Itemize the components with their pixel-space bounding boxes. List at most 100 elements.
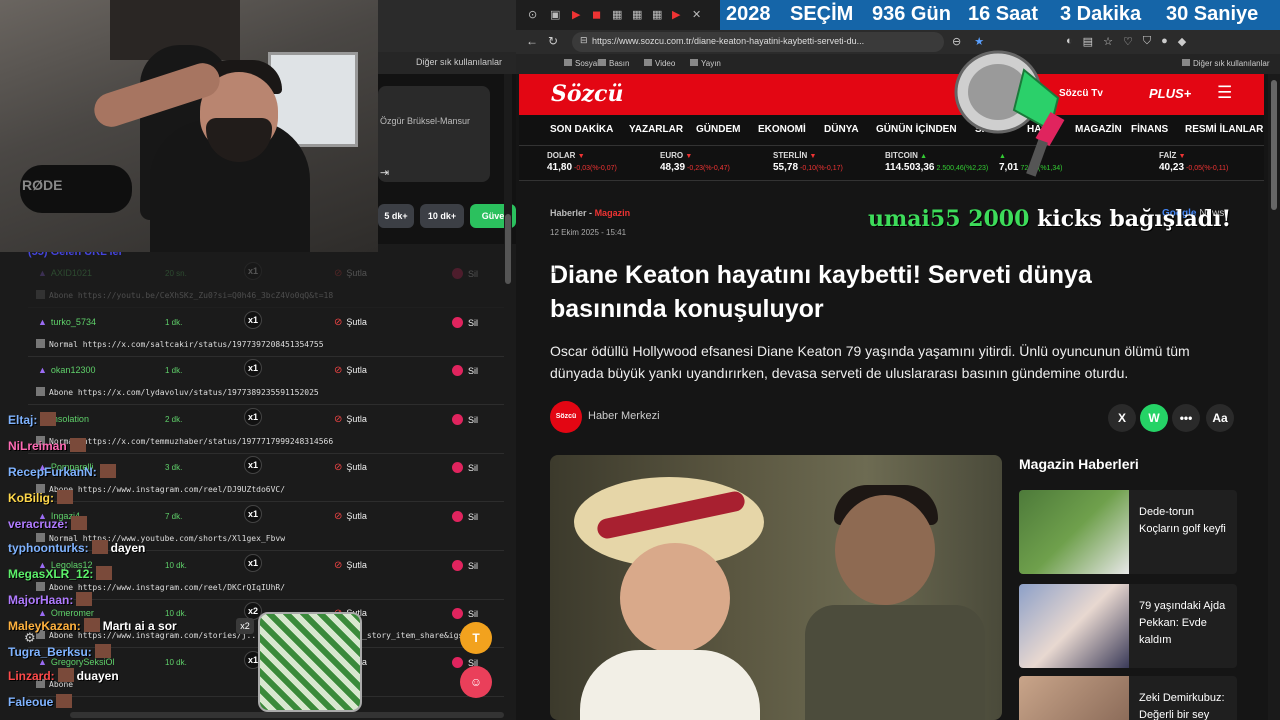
tab-close-icon[interactable]: ✕ xyxy=(692,8,701,21)
queue-link[interactable]: Abone https://x.com/lydavoluv/status/197… xyxy=(36,387,319,397)
ticker-item[interactable]: STERLİN ▼ 55,78 -0,10(%-0,17) xyxy=(773,151,883,173)
copilot-icon[interactable]: ◆ xyxy=(1178,35,1186,48)
skip-button[interactable]: ⊘Şutla xyxy=(334,560,367,571)
bookmark-video[interactable]: Video xyxy=(644,59,675,68)
split-screen-icon[interactable]: ▤ xyxy=(1083,35,1093,48)
gear-icon[interactable]: ⚙ xyxy=(24,630,36,646)
t-avatar-button[interactable]: T xyxy=(460,622,492,654)
chat-username[interactable]: NiLreiman xyxy=(8,439,67,453)
queue-user[interactable]: ▲ turko_5734 xyxy=(38,317,96,327)
ticker-item[interactable]: FAİZ ▼ 40,23 -0,05(%-0,11) xyxy=(1159,151,1268,173)
delete-button[interactable]: Sil xyxy=(452,316,478,328)
skip-button[interactable]: ⊘Şutla xyxy=(334,414,367,425)
bookmark-basin[interactable]: Basın xyxy=(598,59,629,68)
bookmark-yayin[interactable]: Yayın xyxy=(690,59,721,68)
site-logo[interactable]: Sözcü xyxy=(551,81,623,107)
chat-username[interactable]: Linzard: xyxy=(8,669,55,683)
nav-item[interactable]: YAZARLAR xyxy=(629,124,683,135)
url-input[interactable]: https://www.sozcu.com.tr/diane-keaton-ha… xyxy=(572,32,944,52)
delete-button[interactable]: Sil xyxy=(452,511,478,522)
sidebar-card[interactable]: 79 yaşındaki Ajda Pekkan: Evde kaldım xyxy=(1019,584,1237,668)
ticker-item[interactable]: EURO ▼ 48,39 -0,23(%-0,47) xyxy=(660,151,770,173)
crumb-category[interactable]: Magazin xyxy=(595,208,631,218)
chat-username[interactable]: RecepFurkanN: xyxy=(8,465,97,479)
queue-user[interactable]: ▲ AXID1021 xyxy=(38,268,92,278)
nav-item[interactable]: GÜNDEM xyxy=(696,124,740,135)
chat-username[interactable]: veracruze: xyxy=(8,517,68,531)
font-size-button[interactable]: Aa xyxy=(1206,404,1234,432)
add-10-min-button[interactable]: 10 dk+ xyxy=(420,204,464,228)
folder-icon xyxy=(598,59,606,66)
skip-button[interactable]: ⊘Şutla xyxy=(334,365,367,376)
share-more-button[interactable]: ••• xyxy=(1172,404,1200,432)
chat-username[interactable]: MegasXLR_12: xyxy=(8,567,93,581)
chat-username[interactable]: Faleoue xyxy=(8,695,53,709)
plus-link[interactable]: PLUS+ xyxy=(1149,86,1191,101)
chat-username[interactable]: MajorHaan: xyxy=(8,593,73,607)
back-icon[interactable]: ← xyxy=(526,34,538,48)
tab-icon[interactable]: ▦ xyxy=(632,8,642,21)
skip-button[interactable]: ⊘Şutla xyxy=(334,317,367,328)
tab-youtube-icon[interactable]: ▶ xyxy=(572,8,580,21)
queue-row[interactable]: ▲ AXID1021 20 sn. x1 ⊘ Şutla Sil Abone https://… xyxy=(28,260,504,308)
sidebar-card[interactable]: Zeki Demirkubuz: Değerli bir sey xyxy=(1019,676,1237,720)
bookmark-other[interactable]: Diğer sık kullanılanlar xyxy=(1182,59,1269,68)
left-horizontal-scrollbar[interactable] xyxy=(70,712,504,718)
nav-item[interactable]: EKONOMİ xyxy=(758,124,806,135)
nav-item[interactable]: FİNANS xyxy=(1131,124,1168,135)
chat-username[interactable]: KoBilig: xyxy=(8,491,54,505)
skip-button[interactable]: ⊘Şutla xyxy=(334,462,367,473)
tab-icon[interactable]: ▦ xyxy=(652,8,662,21)
tab-actions-icon[interactable]: ▣ xyxy=(550,8,560,21)
chat-username[interactable]: Eltaj: xyxy=(8,413,37,427)
left-scroll-thumb[interactable] xyxy=(505,214,511,284)
page-scrollbar[interactable] xyxy=(1268,74,1280,720)
workspace-icon[interactable]: ⊙ xyxy=(528,8,537,21)
queue-link[interactable]: Abone https://youtu.be/CeXhSKz_Zu0?si=Q0… xyxy=(36,290,333,300)
crumb-section[interactable]: Haberler xyxy=(550,208,587,218)
share-x-button[interactable]: X xyxy=(1108,404,1136,432)
queue-user[interactable]: ▲ okan12300 xyxy=(38,365,95,375)
chat-username[interactable]: MaleyKazan: xyxy=(8,619,81,633)
tab-news-icon[interactable]: ▦ xyxy=(612,8,622,21)
refresh-icon[interactable]: ↻ xyxy=(548,34,558,48)
left-scrollbar[interactable] xyxy=(504,74,512,704)
delete-button[interactable]: Sil xyxy=(452,462,478,474)
collections-icon[interactable]: ♡ xyxy=(1123,35,1133,48)
chat-username[interactable]: Tugra_Berksu: xyxy=(8,645,92,659)
user-settings-button[interactable]: ☺ xyxy=(460,666,492,698)
bookmark-other[interactable]: Diğer sık kullanılanlar xyxy=(416,57,502,67)
nav-item[interactable]: SON DAKİKA xyxy=(550,124,613,135)
queue-row[interactable]: ▲ turko_5734 1 dk. x1 ⊘ Şutla Sil Normal https:… xyxy=(28,309,504,357)
chat-username[interactable]: typhoonturks: xyxy=(8,541,89,555)
add-5-min-button[interactable]: 5 dk+ xyxy=(378,204,414,228)
delete-button[interactable]: Sil xyxy=(452,608,478,620)
page-scroll-thumb[interactable] xyxy=(1271,80,1277,210)
shield-icon[interactable]: ⛉ xyxy=(1143,35,1151,48)
skip-button[interactable]: ⊘Şutla xyxy=(334,268,367,279)
delete-button[interactable]: Sil xyxy=(452,413,478,425)
site-info-icon[interactable]: ⊟ xyxy=(580,35,588,46)
nav-item[interactable]: DÜNYA xyxy=(824,124,859,135)
sidebar-card[interactable]: Dede-torun Koçların golf keyfi xyxy=(1019,490,1237,574)
delete-button[interactable]: Sil xyxy=(452,559,478,571)
bookmark-sosyal[interactable]: Sosyal xyxy=(564,59,599,68)
queue-link[interactable]: Normal https://x.com/saltcakir/status/19… xyxy=(36,338,324,349)
nav-item[interactable]: RESMİ İLANLAR xyxy=(1185,124,1263,135)
share-whatsapp-button[interactable]: W xyxy=(1140,404,1168,432)
queue-row[interactable]: ▲ okan12300 1 dk. x1 ⊘ Şutla Sil Abone https://… xyxy=(28,357,504,406)
multiplier-badge: x2 xyxy=(236,618,254,634)
tab-icon[interactable]: ▶ xyxy=(672,8,680,21)
delete-button[interactable]: Sil xyxy=(452,268,478,279)
author-name[interactable]: Haber Merkezi xyxy=(588,410,660,422)
delete-button[interactable]: Sil xyxy=(452,365,478,377)
ticker-item[interactable]: DOLAR ▼ 41,80 -0,03(%-0,07) xyxy=(547,151,657,173)
logout-icon[interactable]: ⇥ xyxy=(380,166,389,179)
nav-item[interactable]: MAGAZİN xyxy=(1075,124,1122,135)
hamburger-menu-icon[interactable]: ☰ xyxy=(1217,83,1232,103)
skip-button[interactable]: ⊘Şutla xyxy=(334,511,367,522)
tab-sozcu-icon[interactable]: ◼ xyxy=(592,8,601,21)
nav-item[interactable]: GÜNÜN İÇİNDEN xyxy=(876,124,957,135)
favorites-icon[interactable]: ☆ xyxy=(1103,35,1113,48)
profile-icon[interactable]: ● xyxy=(1161,35,1168,48)
